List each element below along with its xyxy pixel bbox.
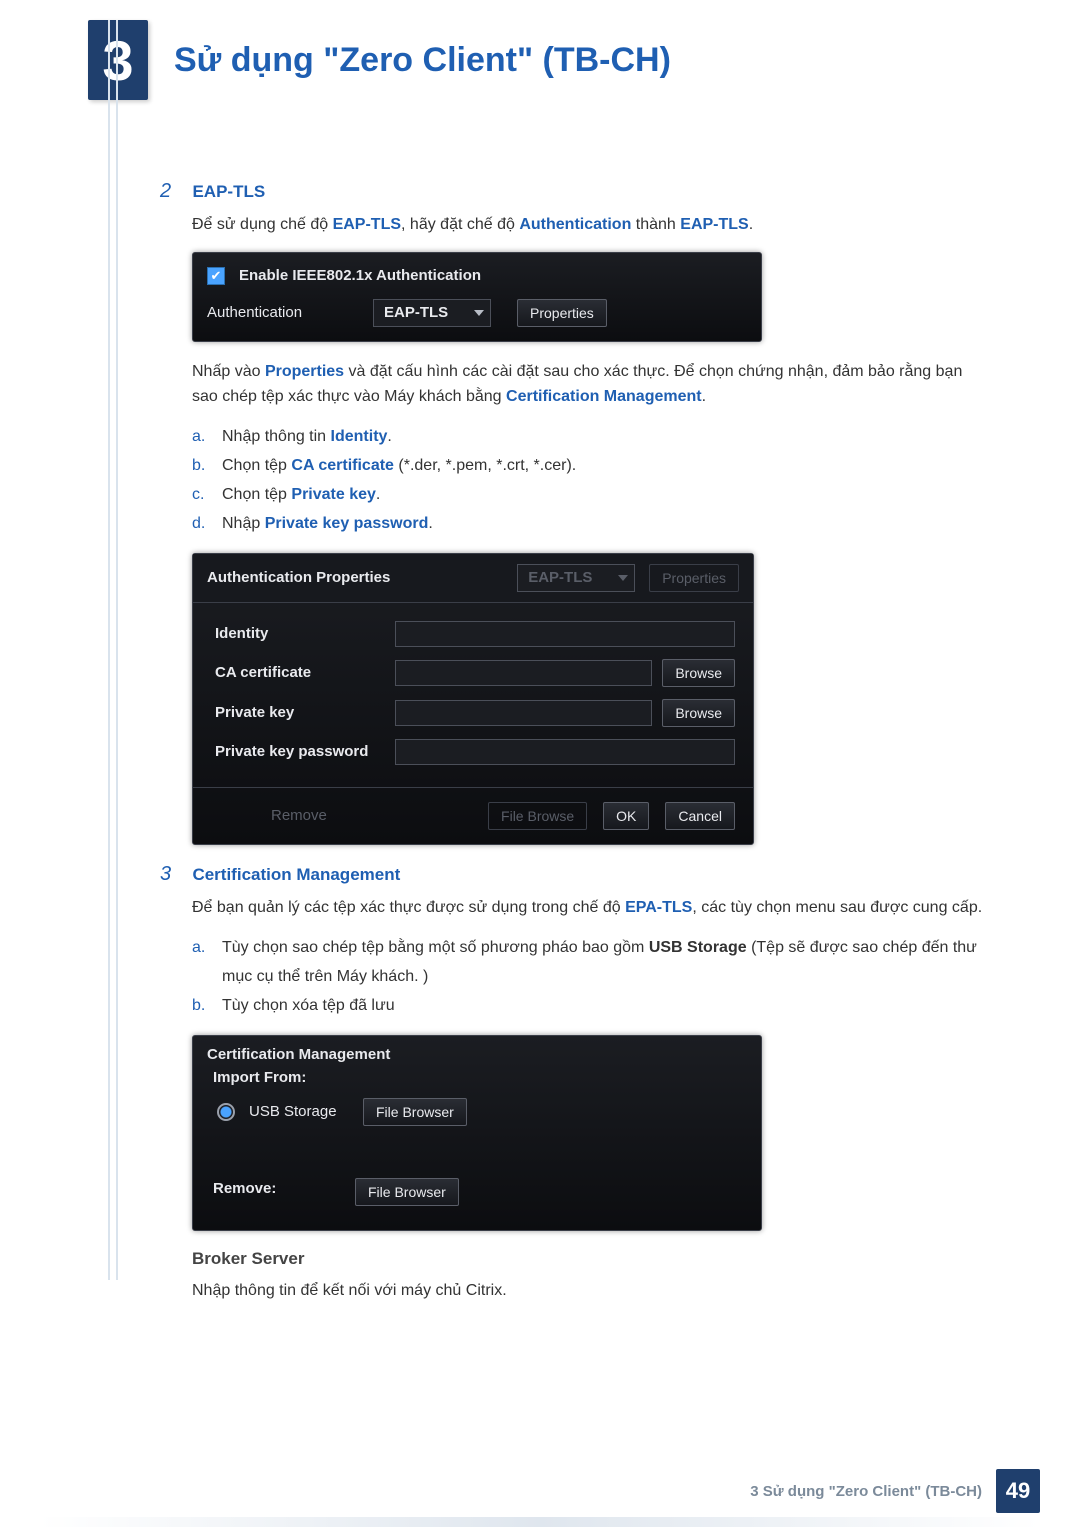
- eap-tls-intro: Để sử dụng chế độ EAP-TLS, hãy đặt chế đ…: [192, 213, 990, 238]
- text: Chọn tệp: [222, 457, 291, 474]
- identity-label: Identity: [215, 625, 395, 642]
- step-c: c.Chọn tệp Private key.: [192, 481, 990, 510]
- list-marker: a.: [192, 423, 222, 452]
- cert-mgmt-intro: Để bạn quản lý các tệp xác thực được sử …: [192, 896, 990, 921]
- kw-private-key-password: Private key password: [265, 515, 429, 532]
- step-d: d.Nhập Private key password.: [192, 510, 990, 539]
- pk-browse-button[interactable]: Browse: [662, 699, 735, 727]
- ok-button[interactable]: OK: [603, 802, 649, 830]
- remove-file-browser-button[interactable]: File Browser: [355, 1178, 459, 1206]
- authentication-dropdown-value: EAP-TLS: [384, 304, 448, 321]
- enable-8021x-panel: Enable IEEE802.1x Authentication Authent…: [192, 252, 762, 342]
- section-broker-server: Broker Server Nhập thông tin để kết nối …: [192, 1249, 990, 1304]
- kw-properties: Properties: [265, 363, 344, 380]
- broker-server-text: Nhập thông tin để kết nối với máy chủ Ci…: [192, 1279, 990, 1304]
- cert-mgmt-title: Certification Management: [207, 1046, 747, 1063]
- import-from-label: Import From:: [207, 1069, 747, 1086]
- chapter-header: 3 Sử dụng "Zero Client" (TB-CH): [0, 0, 1080, 100]
- kw-usb-storage: USB Storage: [649, 939, 747, 956]
- kw-ca-certificate: CA certificate: [291, 457, 394, 474]
- list-marker: a.: [192, 934, 222, 992]
- kw-identity: Identity: [331, 428, 388, 445]
- enable-8021x-label: Enable IEEE802.1x Authentication: [239, 267, 481, 284]
- step-a: a.Nhập thông tin Identity.: [192, 423, 990, 452]
- text: (*.der, *.pem, *.crt, *.cer).: [394, 457, 576, 474]
- page-footer: 3 Sử dụng "Zero Client" (TB-CH) 49: [0, 1469, 1080, 1513]
- text: EAP-TLS: [528, 569, 592, 586]
- section-title: EAP-TLS: [192, 182, 265, 201]
- left-vertical-rule: [108, 20, 118, 1280]
- page-number-badge: 49: [996, 1469, 1040, 1513]
- identity-input[interactable]: [395, 621, 735, 647]
- text: Tùy chọn sao chép tệp bằng một số phương…: [222, 939, 649, 956]
- properties-button-disabled: Properties: [649, 564, 739, 592]
- usb-storage-label: USB Storage: [249, 1103, 349, 1120]
- section-cert-mgmt: 3 Certification Management Để bạn quản l…: [160, 863, 990, 1231]
- cert-mgmt-panel: Certification Management Import From: US…: [192, 1035, 762, 1231]
- authentication-label: Authentication: [207, 304, 347, 321]
- enable-8021x-checkbox[interactable]: [207, 267, 225, 285]
- kw-authentication: Authentication: [519, 216, 631, 233]
- footer-gradient: [40, 1517, 1040, 1527]
- list-marker: c.: [192, 481, 222, 510]
- text: Chọn tệp: [222, 486, 291, 503]
- step-b: b.Tùy chọn xóa tệp đã lưu: [192, 992, 990, 1021]
- remove-ghost-label: Remove: [211, 807, 327, 824]
- chapter-number-badge: 3: [88, 20, 148, 100]
- text: Để bạn quản lý các tệp xác thực được sử …: [192, 899, 625, 916]
- auth-dropdown-disabled: EAP-TLS: [517, 564, 635, 592]
- kw-private-key: Private key: [291, 486, 376, 503]
- import-file-browser-button[interactable]: File Browser: [363, 1098, 467, 1126]
- section-number: 2: [160, 180, 188, 203]
- section-title: Certification Management: [192, 865, 400, 884]
- text: Tùy chọn xóa tệp đã lưu: [222, 992, 395, 1021]
- private-key-password-label: Private key password: [215, 743, 395, 760]
- text: Để sử dụng chế độ: [192, 216, 333, 233]
- text: , các tùy chọn menu sau được cung cấp.: [692, 899, 982, 916]
- kw-cert-mgmt: Certification Management: [506, 388, 702, 405]
- step-a: a.Tùy chọn sao chép tệp bằng một số phươ…: [192, 934, 990, 992]
- private-key-label: Private key: [215, 704, 395, 721]
- ca-certificate-input[interactable]: [395, 660, 652, 686]
- private-key-input[interactable]: [395, 700, 652, 726]
- chevron-down-icon: [474, 310, 484, 316]
- cancel-button[interactable]: Cancel: [665, 802, 735, 830]
- properties-instruction: Nhấp vào Properties và đặt cấu hình các …: [192, 360, 990, 410]
- section-number: 3: [160, 863, 188, 886]
- ca-browse-button[interactable]: Browse: [662, 659, 735, 687]
- remove-label: Remove:: [213, 1180, 341, 1197]
- kw-eap-tls: EAP-TLS: [680, 216, 748, 233]
- text: .: [376, 486, 380, 503]
- usb-storage-radio[interactable]: [217, 1103, 235, 1121]
- auth-properties-title: Authentication Properties: [207, 569, 390, 586]
- list-marker: d.: [192, 510, 222, 539]
- step-b: b.Chọn tệp CA certificate (*.der, *.pem,…: [192, 452, 990, 481]
- ca-certificate-label: CA certificate: [215, 664, 395, 681]
- cert-mgmt-steps: a.Tùy chọn sao chép tệp bằng một số phươ…: [192, 934, 990, 1020]
- kw-epa-tls: EPA-TLS: [625, 899, 692, 916]
- authentication-dropdown[interactable]: EAP-TLS: [373, 299, 491, 327]
- text: Nhấp vào: [192, 363, 265, 380]
- text: thành: [631, 216, 680, 233]
- text: .: [387, 428, 391, 445]
- private-key-password-input[interactable]: [395, 739, 735, 765]
- properties-button[interactable]: Properties: [517, 299, 607, 327]
- footer-chapter-label: 3 Sử dụng "Zero Client" (TB-CH): [750, 1483, 982, 1500]
- text: , hãy đặt chế độ: [401, 216, 519, 233]
- eap-tls-steps: a.Nhập thông tin Identity. b.Chọn tệp CA…: [192, 423, 990, 538]
- list-marker: b.: [192, 452, 222, 481]
- kw-eap-tls: EAP-TLS: [333, 216, 401, 233]
- text: .: [749, 216, 753, 233]
- chevron-down-icon: [618, 575, 628, 581]
- file-browse-disabled: File Browse: [488, 802, 587, 830]
- text: .: [428, 515, 432, 532]
- chapter-title: Sử dụng "Zero Client" (TB-CH): [174, 41, 671, 80]
- broker-server-title: Broker Server: [192, 1249, 990, 1269]
- text: .: [702, 388, 706, 405]
- auth-properties-panel: Authentication Properties EAP-TLS Proper…: [192, 553, 754, 845]
- section-eap-tls: 2 EAP-TLS Để sử dụng chế độ EAP-TLS, hãy…: [160, 180, 990, 845]
- list-marker: b.: [192, 992, 222, 1021]
- text: Nhập: [222, 515, 265, 532]
- text: Nhập thông tin: [222, 428, 331, 445]
